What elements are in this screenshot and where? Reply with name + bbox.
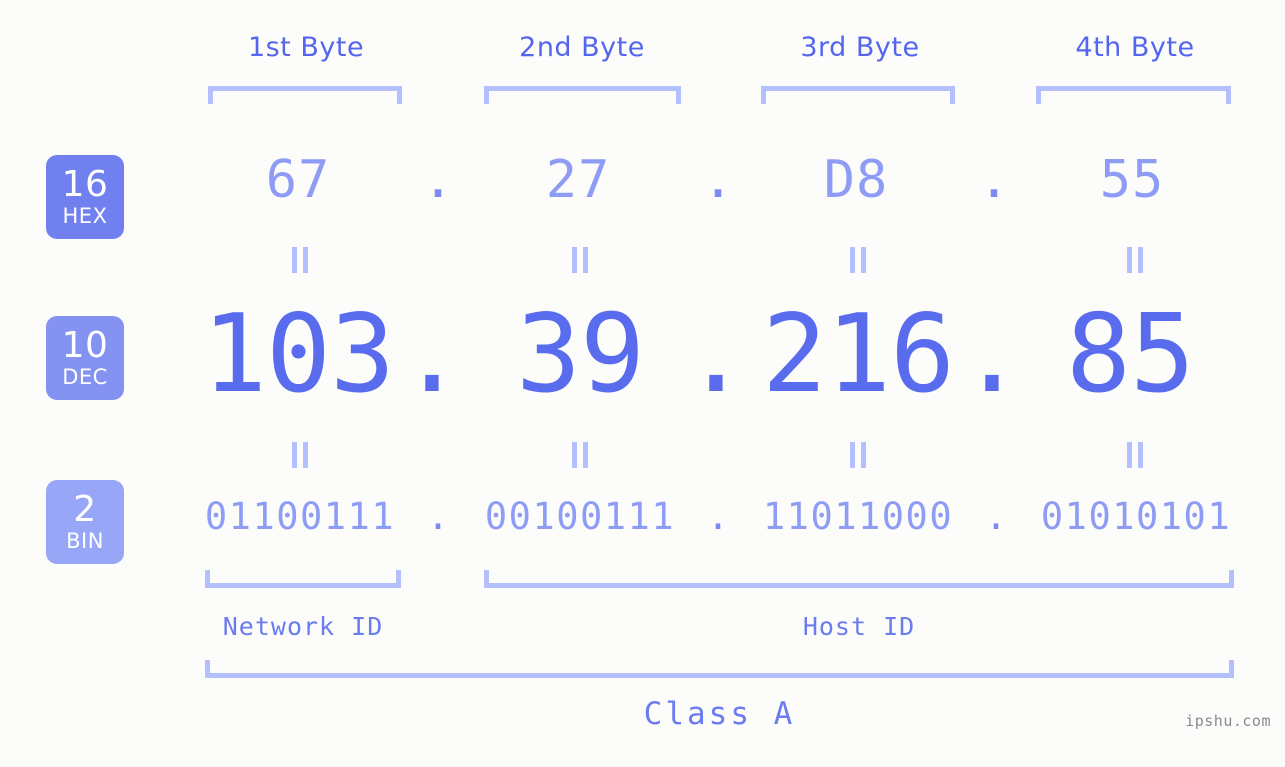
- hex-octet-3: D8: [823, 150, 889, 210]
- decimal-octet-4: 85: [1065, 292, 1195, 417]
- radix-badge-hex-abbr: HEX: [62, 204, 108, 228]
- hex-separator-2: .: [702, 150, 734, 210]
- hex-separator-1: .: [422, 150, 454, 210]
- binary-separator-2: .: [706, 495, 730, 538]
- decimal-separator-1: .: [399, 292, 465, 417]
- radix-badge-bin-number: 2: [73, 489, 97, 530]
- binary-octet-4: 01010101: [1040, 495, 1232, 538]
- hex-octet-1: 67: [265, 150, 331, 210]
- decimal-separator-3: .: [959, 292, 1025, 417]
- hex-separator-3: .: [978, 150, 1010, 210]
- byte-header-3: 3rd Byte: [800, 32, 920, 63]
- byte-bracket-4: [1036, 86, 1231, 104]
- equals-mark-hex-dec-1: [292, 247, 308, 273]
- decimal-octet-3: 216: [761, 292, 955, 417]
- binary-octet-3: 11011000: [762, 495, 954, 538]
- equals-mark-dec-bin-3: [850, 442, 866, 468]
- equals-mark-dec-bin-1: [292, 442, 308, 468]
- byte-header-4: 4th Byte: [1075, 32, 1195, 63]
- byte-bracket-2: [484, 86, 681, 104]
- byte-bracket-3: [761, 86, 955, 104]
- ip-address-breakdown-diagram: 1st Byte 2nd Byte 3rd Byte 4th Byte 16 H…: [0, 0, 1285, 767]
- host-id-label: Host ID: [802, 612, 916, 641]
- byte-header-1: 1st Byte: [247, 32, 365, 63]
- equals-mark-dec-bin-2: [572, 442, 588, 468]
- equals-mark-hex-dec-2: [572, 247, 588, 273]
- decimal-octet-2: 39: [515, 292, 645, 417]
- binary-separator-3: .: [984, 495, 1008, 538]
- watermark: ipshu.com: [1185, 712, 1271, 730]
- byte-header-2: 2nd Byte: [519, 32, 645, 63]
- binary-octet-1: 01100111: [204, 495, 396, 538]
- host-id-bracket: [484, 570, 1234, 588]
- radix-badge-dec-abbr: DEC: [62, 365, 108, 389]
- radix-badge-dec-number: 10: [61, 325, 109, 366]
- radix-badge-hex: 16 HEX: [46, 155, 124, 239]
- radix-badge-dec: 10 DEC: [46, 316, 124, 400]
- binary-octet-2: 00100111: [484, 495, 676, 538]
- class-bracket: [205, 660, 1234, 678]
- binary-separator-1: .: [426, 495, 450, 538]
- radix-badge-bin: 2 BIN: [46, 480, 124, 564]
- network-id-label: Network ID: [222, 612, 384, 641]
- hex-octet-4: 55: [1099, 150, 1165, 210]
- equals-mark-dec-bin-4: [1127, 442, 1143, 468]
- byte-bracket-1: [208, 86, 402, 104]
- radix-badge-hex-number: 16: [61, 164, 109, 205]
- equals-mark-hex-dec-3: [850, 247, 866, 273]
- network-id-bracket: [205, 570, 401, 588]
- decimal-separator-2: .: [683, 292, 749, 417]
- equals-mark-hex-dec-4: [1127, 247, 1143, 273]
- class-label: Class A: [643, 696, 796, 732]
- decimal-octet-1: 103: [201, 292, 395, 417]
- radix-badge-bin-abbr: BIN: [66, 529, 104, 553]
- hex-octet-2: 27: [545, 150, 611, 210]
